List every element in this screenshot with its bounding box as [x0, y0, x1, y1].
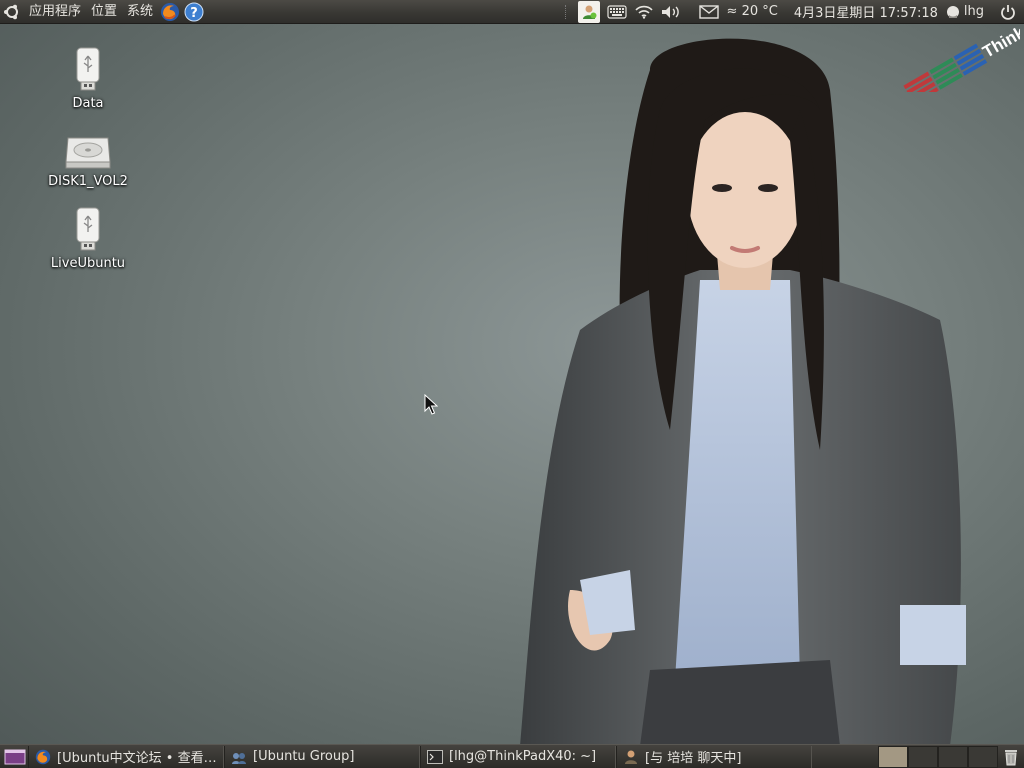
volume-icon[interactable] [657, 0, 685, 24]
firefox-icon [35, 749, 51, 765]
mouse-cursor-icon [424, 394, 438, 415]
user-name: lhg [963, 4, 984, 19]
weather-indicator[interactable]: ≈ 20 °C [723, 0, 782, 24]
wifi-icon[interactable] [631, 0, 657, 24]
task-label: [与 培培 聊天中] [645, 751, 742, 766]
im-chat-icon [623, 749, 639, 765]
system-menu[interactable]: 系统 [122, 0, 158, 24]
chat-icon [231, 749, 247, 765]
workspace-2[interactable] [908, 745, 938, 768]
power-icon[interactable] [996, 0, 1020, 24]
svg-text:?: ? [190, 6, 198, 21]
keyboard-icon[interactable] [603, 0, 631, 24]
usb-drive-icon [76, 47, 100, 91]
thinkpad-logo: ThinkPad [903, 22, 1020, 92]
places-menu[interactable]: 位置 [86, 0, 122, 24]
task-chat-peipei[interactable]: [与 培培 聊天中] [616, 745, 812, 768]
desktop-icon-label: Data [72, 96, 104, 111]
panel-separator [564, 4, 572, 19]
trash-icon [1005, 749, 1017, 765]
workspace-4[interactable] [968, 745, 998, 768]
show-desktop-button[interactable] [2, 746, 28, 768]
workspace-switcher[interactable] [878, 745, 998, 768]
hard-disk-icon [65, 137, 111, 169]
task-label: [Ubuntu Group] [253, 749, 355, 764]
applications-menu[interactable]: 应用程序 [24, 0, 86, 24]
task-ubuntu-group[interactable]: [Ubuntu Group] [224, 745, 420, 768]
desktop-icon-data[interactable]: Data [38, 46, 138, 111]
workspace-1[interactable] [878, 745, 908, 768]
ubuntu-logo-icon[interactable] [2, 2, 22, 22]
user-menu[interactable]: lhg [942, 0, 988, 24]
task-terminal[interactable]: [lhg@ThinkPadX40: ~] [420, 745, 616, 768]
task-label: [Ubuntu中文论坛 • 查看… [57, 751, 217, 766]
help-icon[interactable]: ? [184, 2, 204, 22]
trash-button[interactable] [998, 746, 1024, 768]
usb-drive-icon [76, 207, 100, 251]
top-panel: 应用程序 位置 系统 ? ≈ 20 °C 4月3日星期日 17:57:18 lh… [0, 0, 1024, 24]
mail-icon[interactable] [695, 0, 723, 24]
bottom-panel: [Ubuntu中文论坛 • 查看… [Ubuntu Group] [lhg@Th… [0, 744, 1024, 768]
workspace-3[interactable] [938, 745, 968, 768]
firefox-icon[interactable] [160, 2, 180, 22]
show-desktop-icon [4, 749, 26, 764]
desktop-icon-label: DISK1_VOL2 [48, 174, 128, 189]
user-status-icon [946, 5, 960, 19]
task-label: [lhg@ThinkPadX40: ~] [449, 749, 597, 764]
wallpaper-figure [520, 38, 966, 746]
task-firefox[interactable]: [Ubuntu中文论坛 • 查看… [28, 745, 224, 768]
svg-text:ThinkPad: ThinkPad [979, 22, 1020, 62]
desktop-icon-disk1-vol2[interactable]: DISK1_VOL2 [38, 132, 138, 189]
desktop-icon-liveubuntu[interactable]: LiveUbuntu [38, 206, 138, 271]
im-status-icon[interactable] [577, 0, 600, 23]
terminal-icon [427, 749, 443, 765]
clock[interactable]: 4月3日星期日 17:57:18 [790, 0, 942, 24]
desktop-icon-label: LiveUbuntu [50, 256, 126, 271]
